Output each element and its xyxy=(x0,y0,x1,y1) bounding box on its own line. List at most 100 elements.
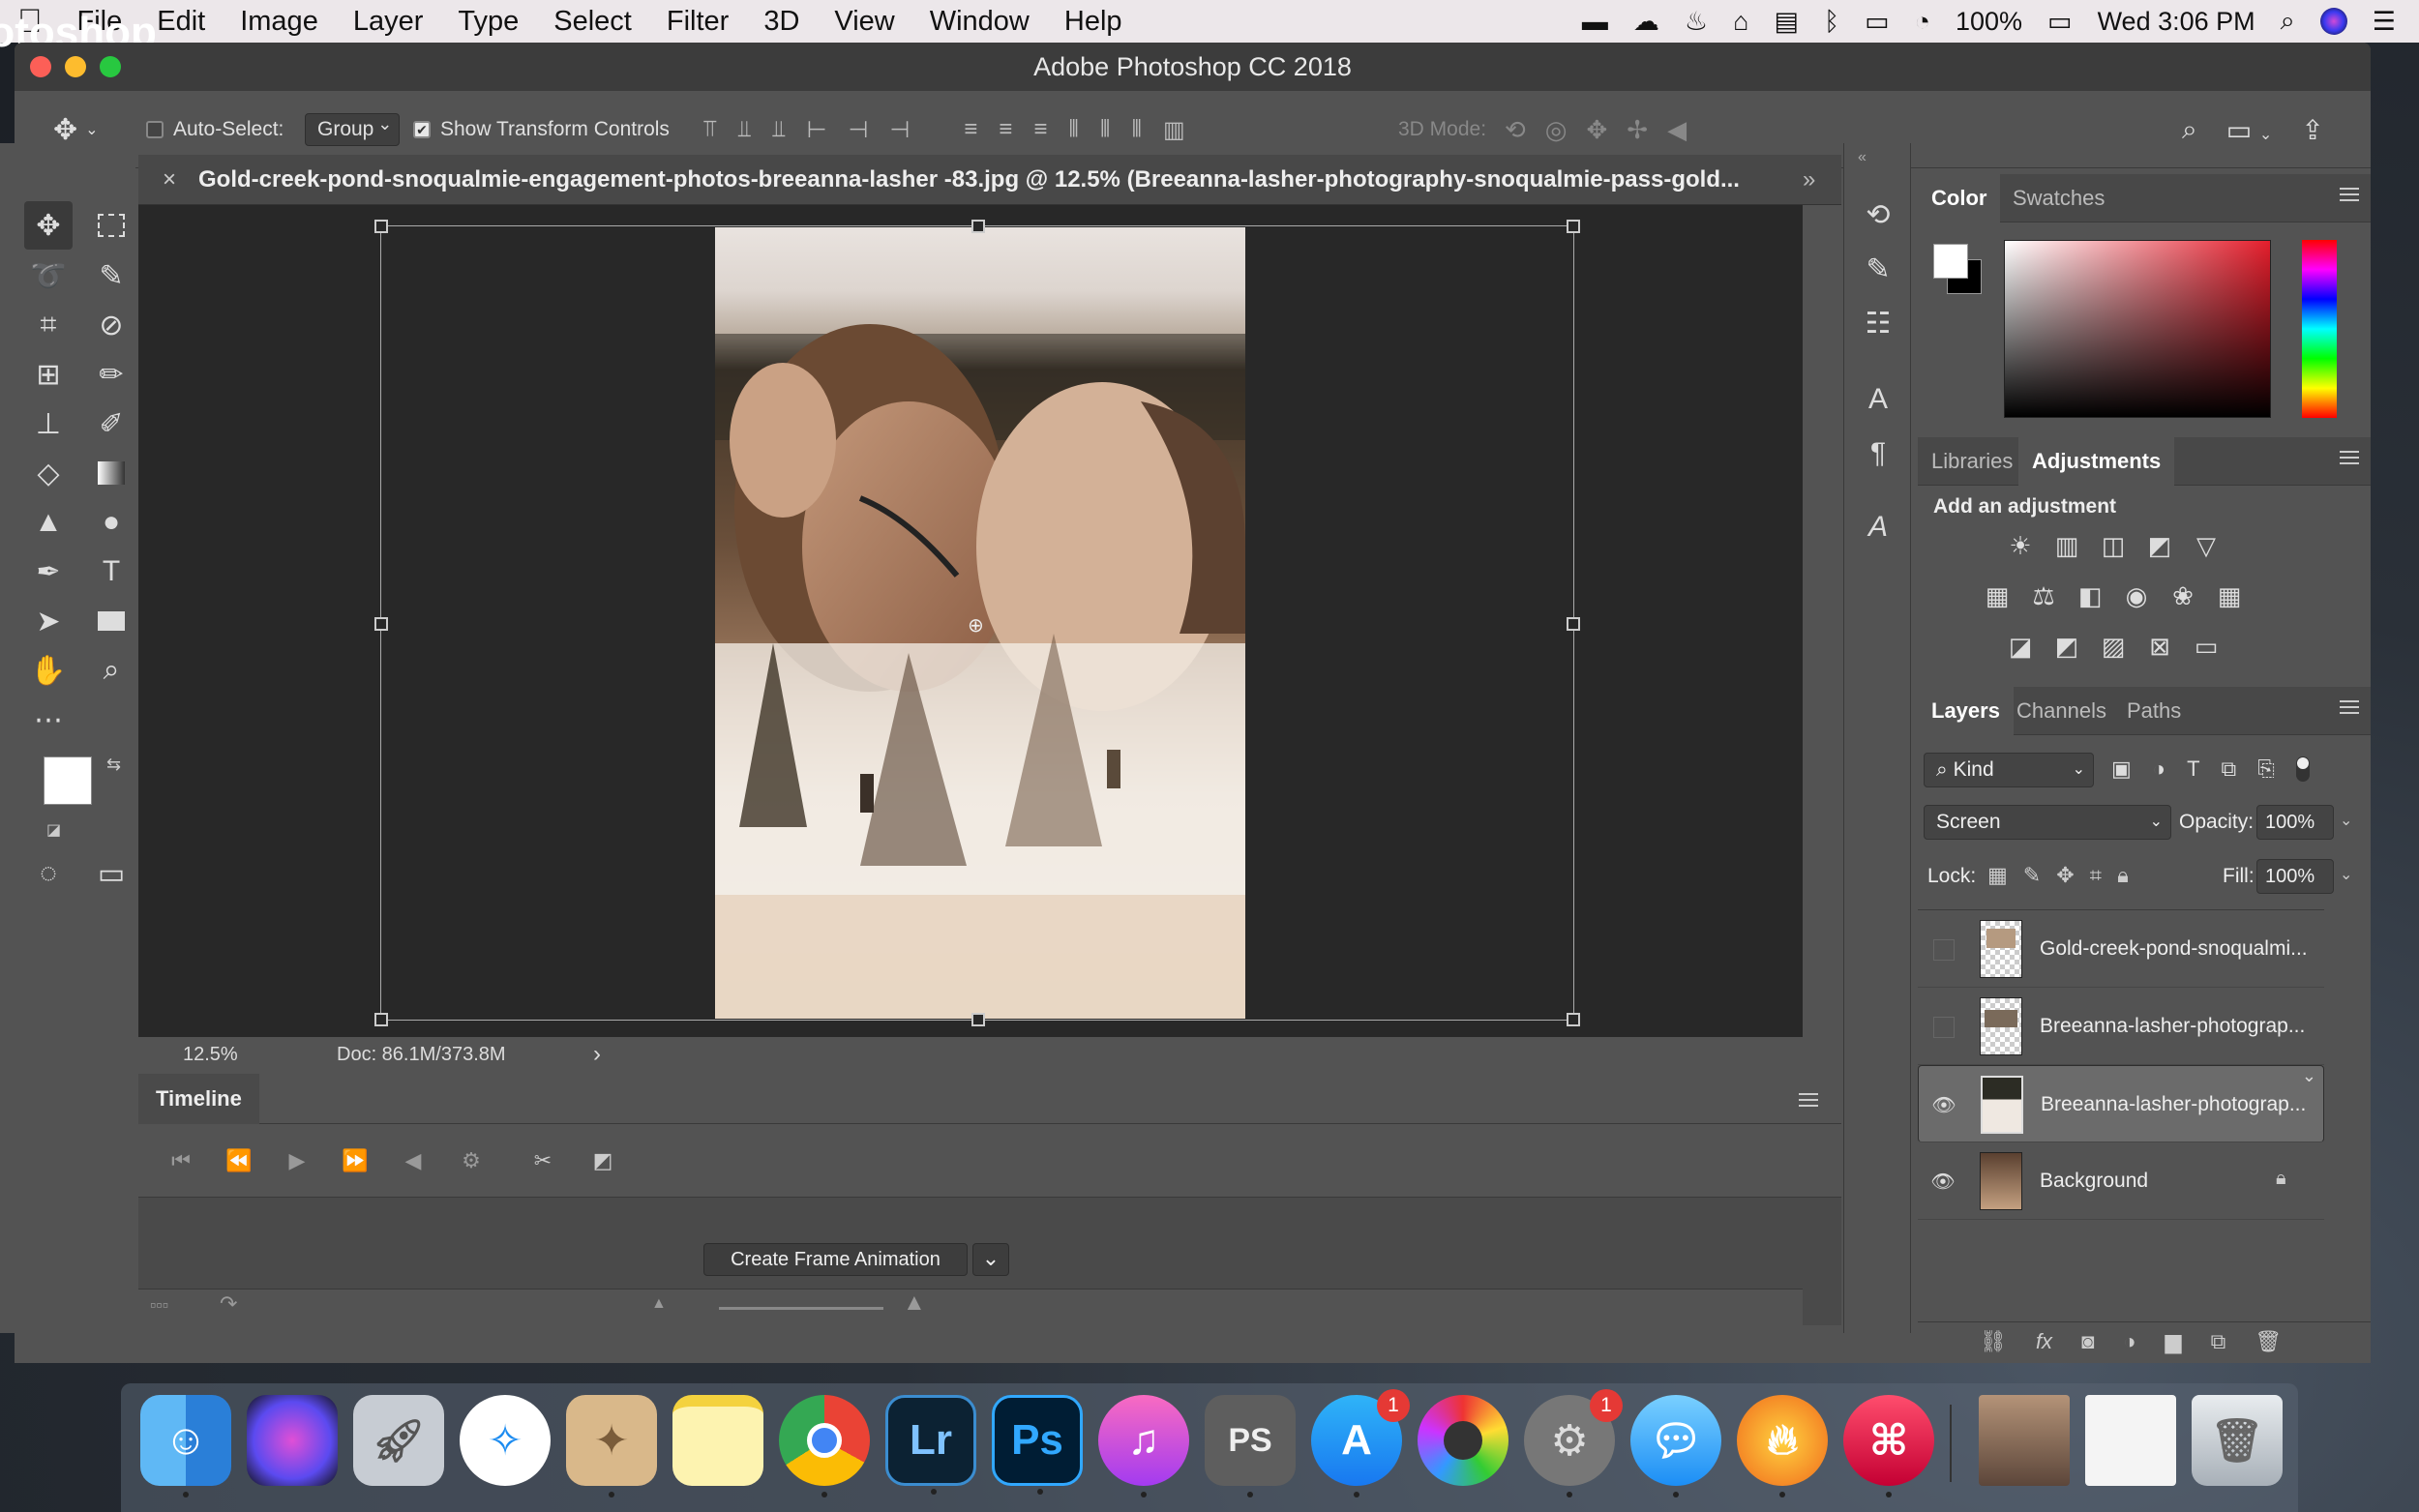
zoom-tool-icon[interactable]: ⌕ xyxy=(87,646,135,695)
collapse-panels-icon[interactable]: » xyxy=(1803,155,1815,205)
hue-saturation-icon[interactable]: ▦ xyxy=(1980,578,2015,613)
opacity-slider-toggle-icon[interactable]: ⌄ xyxy=(2340,811,2352,830)
messages-app-icon[interactable]: 💬︎ xyxy=(1630,1395,1721,1497)
spotlight-icon[interactable]: ⌕ xyxy=(2281,6,2295,37)
convert-to-frames-icon[interactable]: ▫▫▫ xyxy=(150,1295,168,1316)
menu-select[interactable]: Select xyxy=(536,6,649,38)
align-hcenter-icon[interactable]: ⊣ xyxy=(848,116,868,144)
flame-icon[interactable]: ♨ xyxy=(1685,7,1708,37)
siri-icon[interactable] xyxy=(2319,8,2347,35)
first-frame-icon[interactable]: ⏮ xyxy=(165,1145,196,1176)
lock-artboard-icon[interactable]: ⌗ xyxy=(2090,863,2102,888)
brush-tool-icon[interactable]: ✏ xyxy=(87,350,135,399)
chrome-app-icon[interactable] xyxy=(779,1395,870,1497)
color-saturation-picker[interactable] xyxy=(2004,240,2271,418)
black-white-icon[interactable]: ◧ xyxy=(2073,578,2107,613)
lock-position-icon[interactable]: ✥ xyxy=(2056,863,2074,888)
filter-adjustment-icon[interactable]: ◑ xyxy=(2153,756,2165,782)
auto-select-dropdown[interactable]: Group xyxy=(305,113,401,146)
document-tab[interactable]: × Gold-creek-pond-snoqualmie-engagement-… xyxy=(138,155,1841,205)
screen-mode-icon[interactable]: ▭ xyxy=(87,849,135,898)
dock-folder-stack[interactable] xyxy=(2085,1395,2176,1486)
wifi-icon[interactable]: ◔ xyxy=(1915,7,1930,37)
finder-app-icon[interactable]: ☺ xyxy=(140,1395,231,1497)
transform-handle-t[interactable] xyxy=(971,220,985,233)
transform-handle-b[interactable] xyxy=(971,1013,985,1026)
create-frame-animation-button[interactable]: Create Frame Animation xyxy=(703,1243,968,1276)
menu-layer[interactable]: Layer xyxy=(336,6,441,38)
3d-pan-icon[interactable]: ✥ xyxy=(1586,115,1607,145)
move-tool-icon[interactable]: ✥ xyxy=(24,201,73,250)
previous-frame-icon[interactable]: ⏪ xyxy=(224,1145,254,1176)
home-icon[interactable]: ⌂ xyxy=(1733,7,1748,37)
layer-row[interactable]: Breeanna-lasher-photograp... xyxy=(1918,988,2324,1065)
blur-tool-icon[interactable]: ▲ xyxy=(24,498,73,547)
3d-scale-icon[interactable]: ◀ xyxy=(1667,115,1687,145)
notes-app-icon[interactable] xyxy=(672,1395,763,1486)
align-bottom-icon[interactable]: ⫫ xyxy=(772,116,786,143)
tab-paths[interactable]: Paths xyxy=(2113,687,2195,735)
eye-icon[interactable]: 👁︎ xyxy=(1929,1170,1956,1193)
channel-mixer-icon[interactable]: ❀ xyxy=(2165,578,2200,613)
crop-tool-icon[interactable]: ⌗ xyxy=(24,301,73,349)
colorsync-app-icon[interactable] xyxy=(1418,1395,1508,1486)
color-fg-swatch[interactable] xyxy=(1933,244,1968,279)
color-hue-slider[interactable] xyxy=(2302,240,2337,418)
visibility-toggle[interactable] xyxy=(1933,1017,1955,1038)
launchpad-app-icon[interactable]: 🚀︎ xyxy=(353,1395,444,1486)
zoom-window-button[interactable] xyxy=(100,56,121,77)
battery-icon[interactable]: ▭ xyxy=(2047,7,2073,37)
align-top-icon[interactable]: ⫪ xyxy=(703,116,717,143)
dodge-tool-icon[interactable]: ● xyxy=(87,498,135,547)
quick-mask-icon[interactable]: ◌ xyxy=(24,849,73,898)
exposure-icon[interactable]: ◩ xyxy=(2142,528,2177,563)
tab-channels[interactable]: Channels xyxy=(2003,687,2120,735)
magnet-app-icon[interactable]: ⌘ xyxy=(1843,1395,1934,1497)
foreground-color-swatch[interactable] xyxy=(44,756,92,805)
curves-icon[interactable]: ◫ xyxy=(2096,528,2131,563)
3d-orbit-icon[interactable]: ⟲ xyxy=(1505,115,1526,145)
distribute-top-icon[interactable]: ≡ xyxy=(964,116,977,143)
ps-script-app-icon[interactable]: PS xyxy=(1205,1395,1296,1497)
share-icon[interactable]: ⇪ xyxy=(2301,114,2323,146)
lock-all-icon[interactable]: 🔒︎ xyxy=(2117,863,2129,888)
gradient-map-icon[interactable]: ▭ xyxy=(2189,629,2224,664)
type-tool-icon[interactable]: T xyxy=(87,548,135,596)
clone-stamp-tool-icon[interactable]: ⊥ xyxy=(24,400,73,448)
new-group-icon[interactable]: ▆ xyxy=(2165,1329,2182,1354)
adjustments-panel-menu-icon[interactable] xyxy=(2340,451,2359,464)
tab-libraries[interactable]: Libraries xyxy=(1918,437,2026,486)
hand-tool-icon[interactable]: ✋ xyxy=(24,646,73,695)
glyphs-panel-icon[interactable]: A xyxy=(1854,503,1902,551)
fill-slider-toggle-icon[interactable]: ⌄ xyxy=(2340,865,2352,884)
new-adjustment-layer-icon[interactable]: ◑ xyxy=(2123,1329,2135,1354)
animation-type-dropdown[interactable]: ⌄ xyxy=(972,1243,1009,1276)
opacity-input[interactable]: 100% xyxy=(2256,805,2334,840)
layers-panel-menu-icon[interactable] xyxy=(2340,700,2359,714)
play-icon[interactable]: ▶ xyxy=(282,1145,313,1176)
lock-image-icon[interactable]: ✎ xyxy=(2023,863,2041,888)
lock-transparent-icon[interactable]: ▦ xyxy=(1987,863,2008,888)
filter-shape-icon[interactable]: ⧉ xyxy=(2222,756,2237,782)
invert-icon[interactable]: ◪ xyxy=(2003,629,2038,664)
menu-help[interactable]: Help xyxy=(1047,6,1140,38)
filter-toggle[interactable] xyxy=(2295,756,2310,782)
posterize-icon[interactable]: ◩ xyxy=(2049,629,2084,664)
layer-lock-icon[interactable]: 🔒︎ xyxy=(2276,1168,2286,1190)
3d-roll-icon[interactable]: ◎ xyxy=(1545,115,1568,145)
vibrance-icon[interactable]: ▽ xyxy=(2189,528,2224,563)
tab-swatches[interactable]: Swatches xyxy=(1999,174,2118,222)
history-brush-tool-icon[interactable]: ✐ xyxy=(87,400,135,448)
distribute-bottom-icon[interactable]: ≡ xyxy=(1033,116,1047,143)
path-selection-tool-icon[interactable]: ➤ xyxy=(24,597,73,645)
layer-name[interactable]: Gold-creek-pond-snoqualmi... xyxy=(2040,910,2308,988)
marquee-tool-icon[interactable] xyxy=(87,201,135,250)
distribute-vcenter-icon[interactable]: ≡ xyxy=(999,116,1012,143)
rectangle-tool-icon[interactable] xyxy=(87,597,135,645)
filter-pixel-icon[interactable]: ▣ xyxy=(2111,756,2132,782)
transform-handle-r[interactable] xyxy=(1567,617,1580,631)
zoom-in-timeline-icon[interactable]: ▲ xyxy=(903,1290,926,1317)
new-layer-icon[interactable]: ⧉ xyxy=(2211,1329,2226,1354)
layer-filter-dropdown[interactable]: ⌕ Kind ⌄ xyxy=(1924,753,2094,787)
split-scissors-icon[interactable]: ✂ xyxy=(527,1145,558,1176)
